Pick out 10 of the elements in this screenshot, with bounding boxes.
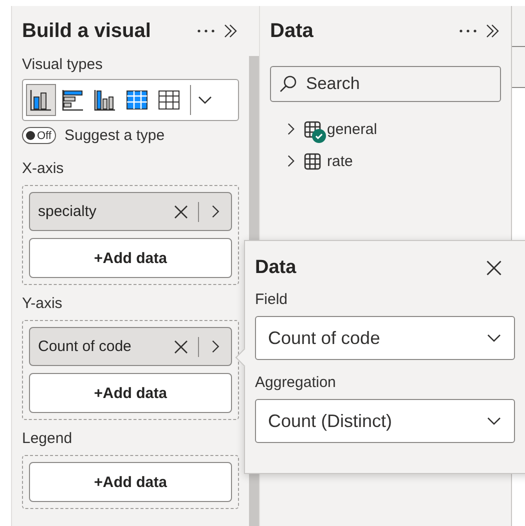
popup-title: Data [255,257,296,279]
well-label: Legend [22,430,74,447]
toggle-label: Suggest a type [64,127,165,144]
well-label: Y-axis [22,295,64,312]
field-label: Aggregation [255,374,337,391]
pane-title: Data [270,20,314,42]
section-label: Visual types [22,56,104,73]
pane-title: Build a visual [22,20,151,42]
field-label: Field [255,291,289,308]
well-label: X-axis [22,160,65,177]
